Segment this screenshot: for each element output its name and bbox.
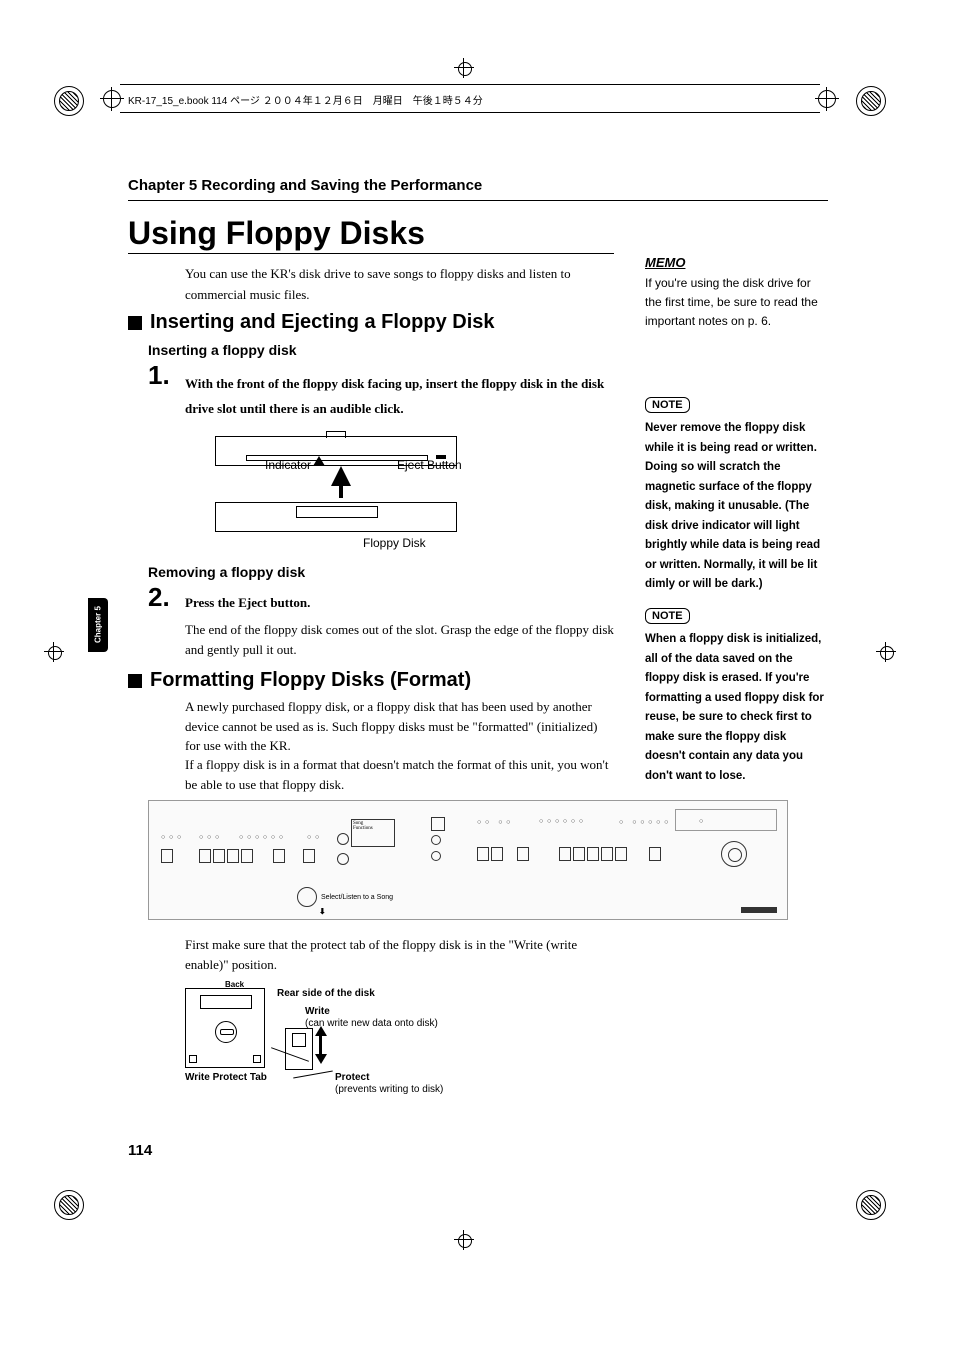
bullet-icon — [128, 674, 142, 688]
subhead-inserting: Inserting a floppy disk — [148, 342, 297, 358]
header-rule-bottom — [120, 112, 820, 113]
floppy-hole-right — [253, 1055, 261, 1063]
figure-disk-drive: Indicator Eject Button Floppy Disk — [205, 426, 475, 556]
step-2-text: Press the Eject button. — [185, 595, 310, 611]
header-rule-top — [120, 84, 820, 85]
format-paragraph-1: A newly purchased floppy disk, or a flop… — [185, 697, 615, 756]
arrow-down-icon — [315, 1054, 327, 1064]
panel-select-label: Select/Listen to a Song — [321, 894, 393, 901]
note-2-text: When a floppy disk is initialized, all o… — [645, 630, 825, 786]
note-1-block: NOTE Never remove the floppy disk while … — [645, 395, 825, 595]
select-button-icon — [297, 887, 317, 907]
step-2-number: 2. — [148, 582, 170, 613]
title-rule — [128, 253, 614, 254]
label-eject: Eject Button — [397, 458, 462, 472]
note-1-text: Never remove the floppy disk while it is… — [645, 419, 825, 595]
reg-mark-bottom — [454, 1230, 474, 1250]
roland-logo — [741, 907, 777, 913]
panel-display — [675, 809, 777, 831]
label-protect: Protect — [335, 1072, 369, 1083]
label-write-sub: (can write new data onto disk) — [305, 1018, 438, 1029]
label-floppy: Floppy Disk — [363, 536, 426, 550]
step-2-follow: The end of the floppy disk comes out of … — [185, 620, 615, 659]
bullet-icon — [128, 316, 142, 330]
subhead-removing: Removing a floppy disk — [148, 564, 305, 580]
page-number: 114 — [128, 1142, 152, 1159]
chapter-rule — [128, 200, 828, 201]
note-2-block: NOTE When a floppy disk is initialized, … — [645, 606, 825, 786]
floppy-hub-icon — [215, 1021, 237, 1043]
note-label-1: NOTE — [645, 397, 690, 413]
pointer-line-2 — [293, 1071, 333, 1079]
section-formatting: Formatting Floppy Disks (Format) — [128, 669, 471, 692]
label-back: Back — [225, 980, 244, 989]
crop-mark-tl — [54, 86, 84, 116]
label-indicator: Indicator — [265, 458, 311, 472]
floppy-hole-left — [189, 1055, 197, 1063]
label-write: Write — [305, 1006, 330, 1017]
panel-select-song: Select/Listen to a Song ⬇ — [297, 887, 393, 916]
crop-mark-tr — [856, 86, 886, 116]
step-1-number: 1. — [148, 360, 170, 391]
section1-title: Inserting and Ejecting a Floppy Disk — [150, 311, 495, 333]
crop-mark-bl — [54, 1190, 84, 1220]
format-paragraph-2: If a floppy disk is in a format that doe… — [185, 755, 615, 794]
indicator-arrow-icon — [313, 456, 325, 466]
header-reg-right — [818, 90, 836, 108]
memo-label: MEMO — [645, 255, 825, 270]
insert-arrow-stem — [339, 484, 343, 498]
floppy-back-illustration — [185, 988, 265, 1068]
tab-enlarged-icon — [285, 1028, 313, 1070]
section-insert-eject: Inserting and Ejecting a Floppy Disk — [128, 311, 495, 334]
reg-mark-top — [454, 58, 474, 78]
header-meta-text: KR-17_15_e.book 114 ページ ２００４年１２月６日 月曜日 午… — [128, 92, 483, 107]
reg-mark-left — [44, 642, 64, 662]
memo-text: If you're using the disk drive for the f… — [645, 274, 825, 332]
side-tab-chapter: Chapter 5 — [88, 598, 108, 652]
arrow-stem — [319, 1036, 322, 1054]
note-label-2: NOTE — [645, 608, 690, 624]
format-protect-note: First make sure that the protect tab of … — [185, 935, 615, 974]
header-reg-left — [103, 90, 121, 108]
dial-icon — [721, 841, 747, 867]
memo-block: MEMO If you're using the disk drive for … — [645, 255, 825, 332]
label-write-protect-tab: Write Protect Tab — [185, 1072, 267, 1083]
step-1-text: With the front of the floppy disk facing… — [185, 372, 615, 421]
label-protect-sub: (prevents writing to disk) — [335, 1084, 443, 1095]
chapter-heading: Chapter 5 Recording and Saving the Perfo… — [128, 177, 482, 194]
intro-text: You can use the KR's disk drive to save … — [185, 264, 615, 306]
reg-mark-right — [876, 642, 896, 662]
insert-arrow-icon — [331, 466, 351, 486]
floppy-illustration — [215, 502, 457, 532]
crop-mark-br — [856, 1190, 886, 1220]
page-title: Using Floppy Disks — [128, 215, 425, 252]
section2-title: Formatting Floppy Disks (Format) — [150, 669, 471, 691]
up-down-arrow-icon — [315, 1026, 327, 1064]
label-rear: Rear side of the disk — [277, 988, 375, 999]
control-panel-figure: ○ ○ ○ ○ ○ ○ ○ ○ ○ ○ ○ ○ ○ ○ SongFunction… — [148, 800, 788, 920]
panel-left-section: ○ ○ ○ ○ ○ ○ ○ ○ ○ ○ ○ ○ ○ ○ SongFunction… — [155, 813, 405, 867]
